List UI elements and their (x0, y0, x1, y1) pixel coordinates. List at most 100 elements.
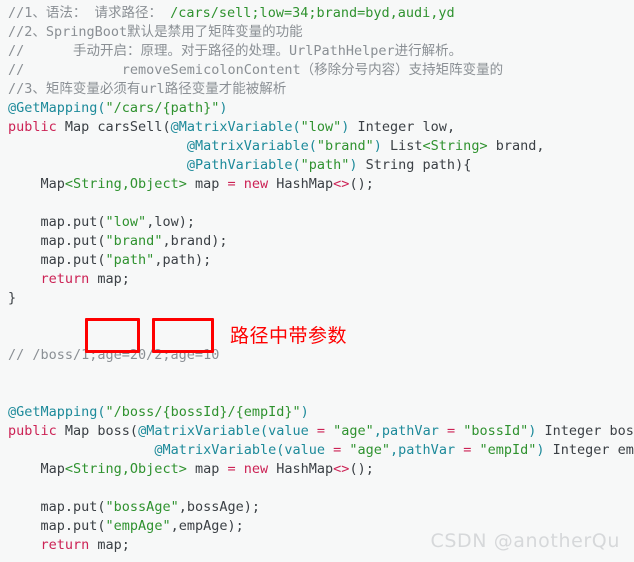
code-token-annotation: @MatrixVariable( (186, 138, 317, 154)
code-token-plain: map; (89, 271, 130, 287)
code-token-plain: map (186, 461, 228, 477)
code-token-generic: <String> (422, 138, 488, 154)
code-token-plain: Integer bossAge, (544, 423, 634, 439)
code-line[interactable]: Map<String,Object> map = new HashMap<>()… (0, 175, 634, 194)
code-token-keyword: return (40, 271, 90, 287)
code-token-plain: map (186, 176, 228, 192)
code-token-plain: ,brand); (162, 233, 228, 249)
code-token-annotation: ,pathVar (373, 423, 447, 439)
code-token-plain: ,path); (154, 252, 212, 268)
code-token-op: = (316, 423, 326, 439)
code-line[interactable]: //1、语法： 请求路径： /cars/sell;low=34;brand=by… (0, 4, 634, 23)
code-token-comment: //3、矩阵变量必须有url路径变量才能被解析 (8, 81, 287, 97)
code-token-annotation (455, 423, 463, 439)
code-token-plain: map.put( (40, 499, 106, 515)
code-token-annotation: @MatrixVariable(value (154, 442, 334, 458)
code-token-annotation: @GetMapping( (8, 100, 106, 116)
code-token-string: "brand" (316, 138, 374, 154)
code-token-plain: Integer empAge){ (552, 442, 634, 458)
code-token-annotation: ) (349, 157, 358, 173)
code-line[interactable] (0, 555, 634, 562)
code-line[interactable] (0, 365, 634, 384)
code-token-plain: (); (349, 461, 374, 477)
code-token-plain: map.put( (40, 214, 106, 230)
code-screenshot: //1、语法： 请求路径： /cars/sell;low=34;brand=by… (0, 0, 634, 562)
code-line[interactable]: // removeSemicolonContent（移除分号内容）支持矩阵变量的 (0, 61, 634, 80)
code-token-annotation: ) (219, 100, 228, 116)
code-token-plain: ,empAge); (170, 518, 244, 534)
code-token-plain: (); (349, 176, 374, 192)
code-token-annotation: ) (373, 138, 382, 154)
code-token-annotation (325, 423, 333, 439)
code-token-plain: Integer low, (349, 119, 456, 135)
code-line[interactable]: public Map carsSell(@MatrixVariable("low… (0, 118, 634, 137)
code-line[interactable]: //3、矩阵变量必须有url路径变量才能被解析 (0, 80, 634, 99)
code-line[interactable]: // 手动开启：原理。对于路径的处理。UrlPathHelper进行解析。 (0, 42, 634, 61)
code-line[interactable]: //2、SpringBoot默认是禁用了矩阵变量的功能 (0, 23, 634, 42)
code-token-op: <> (333, 176, 350, 192)
code-token-string: "path" (105, 252, 155, 268)
code-token-comment: //2、SpringBoot默认是禁用了矩阵变量的功能 (8, 24, 303, 40)
code-token-keyword: public (8, 119, 57, 135)
code-token-comment: // removeSemicolonContent（移除分号内容）支持矩阵变量的 (8, 62, 504, 78)
code-line[interactable] (0, 479, 634, 498)
code-token-string: "bossAge" (105, 499, 179, 515)
code-token-string: "low" (300, 119, 342, 135)
code-token-keyword: new (243, 461, 269, 477)
code-token-op: = (227, 176, 236, 192)
code-token-comment: //1、语法： 请求路径： (8, 5, 163, 21)
code-token-string: "age" (333, 423, 374, 439)
code-token-string: "age" (349, 442, 391, 458)
code-editor-content[interactable]: //1、语法： 请求路径： /cars/sell;low=34;brand=by… (0, 0, 634, 562)
code-line[interactable]: return map; (0, 270, 634, 289)
code-token-annotation: ,pathVar (390, 442, 464, 458)
code-line[interactable]: @GetMapping("/cars/{path}") (0, 99, 634, 118)
code-token-plain: Map carsSell( (56, 119, 171, 135)
code-line[interactable]: public Map boss(@MatrixVariable(value = … (0, 422, 634, 441)
code-token-string: /cars/sell;low=34;brand=byd,audi,yd (170, 5, 455, 21)
code-line[interactable] (0, 194, 634, 213)
code-token-comment: // /boss/1;age=20/2;age=10 (8, 347, 220, 363)
code-token-plain: ,low); (146, 214, 195, 230)
code-line[interactable]: @GetMapping("/boss/{bossId}/{empId}") (0, 403, 634, 422)
code-line[interactable] (0, 384, 634, 403)
code-token-op: = (227, 461, 236, 477)
code-token-keyword: return (40, 537, 90, 553)
code-line[interactable]: @MatrixVariable("brand") List<String> br… (0, 137, 634, 156)
code-token-annotation: @MatrixVariable( (170, 119, 301, 135)
code-line[interactable]: map.put("low",low); (0, 213, 634, 232)
code-line[interactable]: map.put("path",path); (0, 251, 634, 270)
code-token-plain: Map (40, 176, 65, 192)
code-token-plain: ,bossAge); (178, 499, 260, 515)
csdn-watermark: CSDN @anotherQu (430, 530, 620, 552)
code-token-comment: // 手动开启：原理。对于路径的处理。UrlPathHelper进行解析。 (8, 43, 463, 59)
code-token-plain: map.put( (40, 518, 106, 534)
code-line[interactable]: @PathVariable("path") String path){ (0, 156, 634, 175)
code-line[interactable]: map.put("bossAge",bossAge); (0, 498, 634, 517)
code-token-generic: <String,Object> (64, 461, 187, 477)
code-token-annotation: @PathVariable( (186, 157, 301, 173)
code-token-string: "/cars/{path}" (105, 100, 220, 116)
code-line[interactable]: Map<String,Object> map = new HashMap<>()… (0, 460, 634, 479)
code-token-string: "low" (105, 214, 147, 230)
code-line[interactable]: @MatrixVariable(value = "age",pathVar = … (0, 441, 634, 460)
code-token-string: "empAge" (105, 518, 171, 534)
code-token-op: <> (333, 461, 350, 477)
code-line[interactable]: map.put("brand",brand); (0, 232, 634, 251)
code-token-annotation: ) (300, 404, 309, 420)
code-token-op: = (446, 423, 456, 439)
code-token-keyword: public (8, 423, 57, 439)
code-token-plain: Map boss( (56, 423, 139, 439)
code-line[interactable]: } (0, 289, 634, 308)
